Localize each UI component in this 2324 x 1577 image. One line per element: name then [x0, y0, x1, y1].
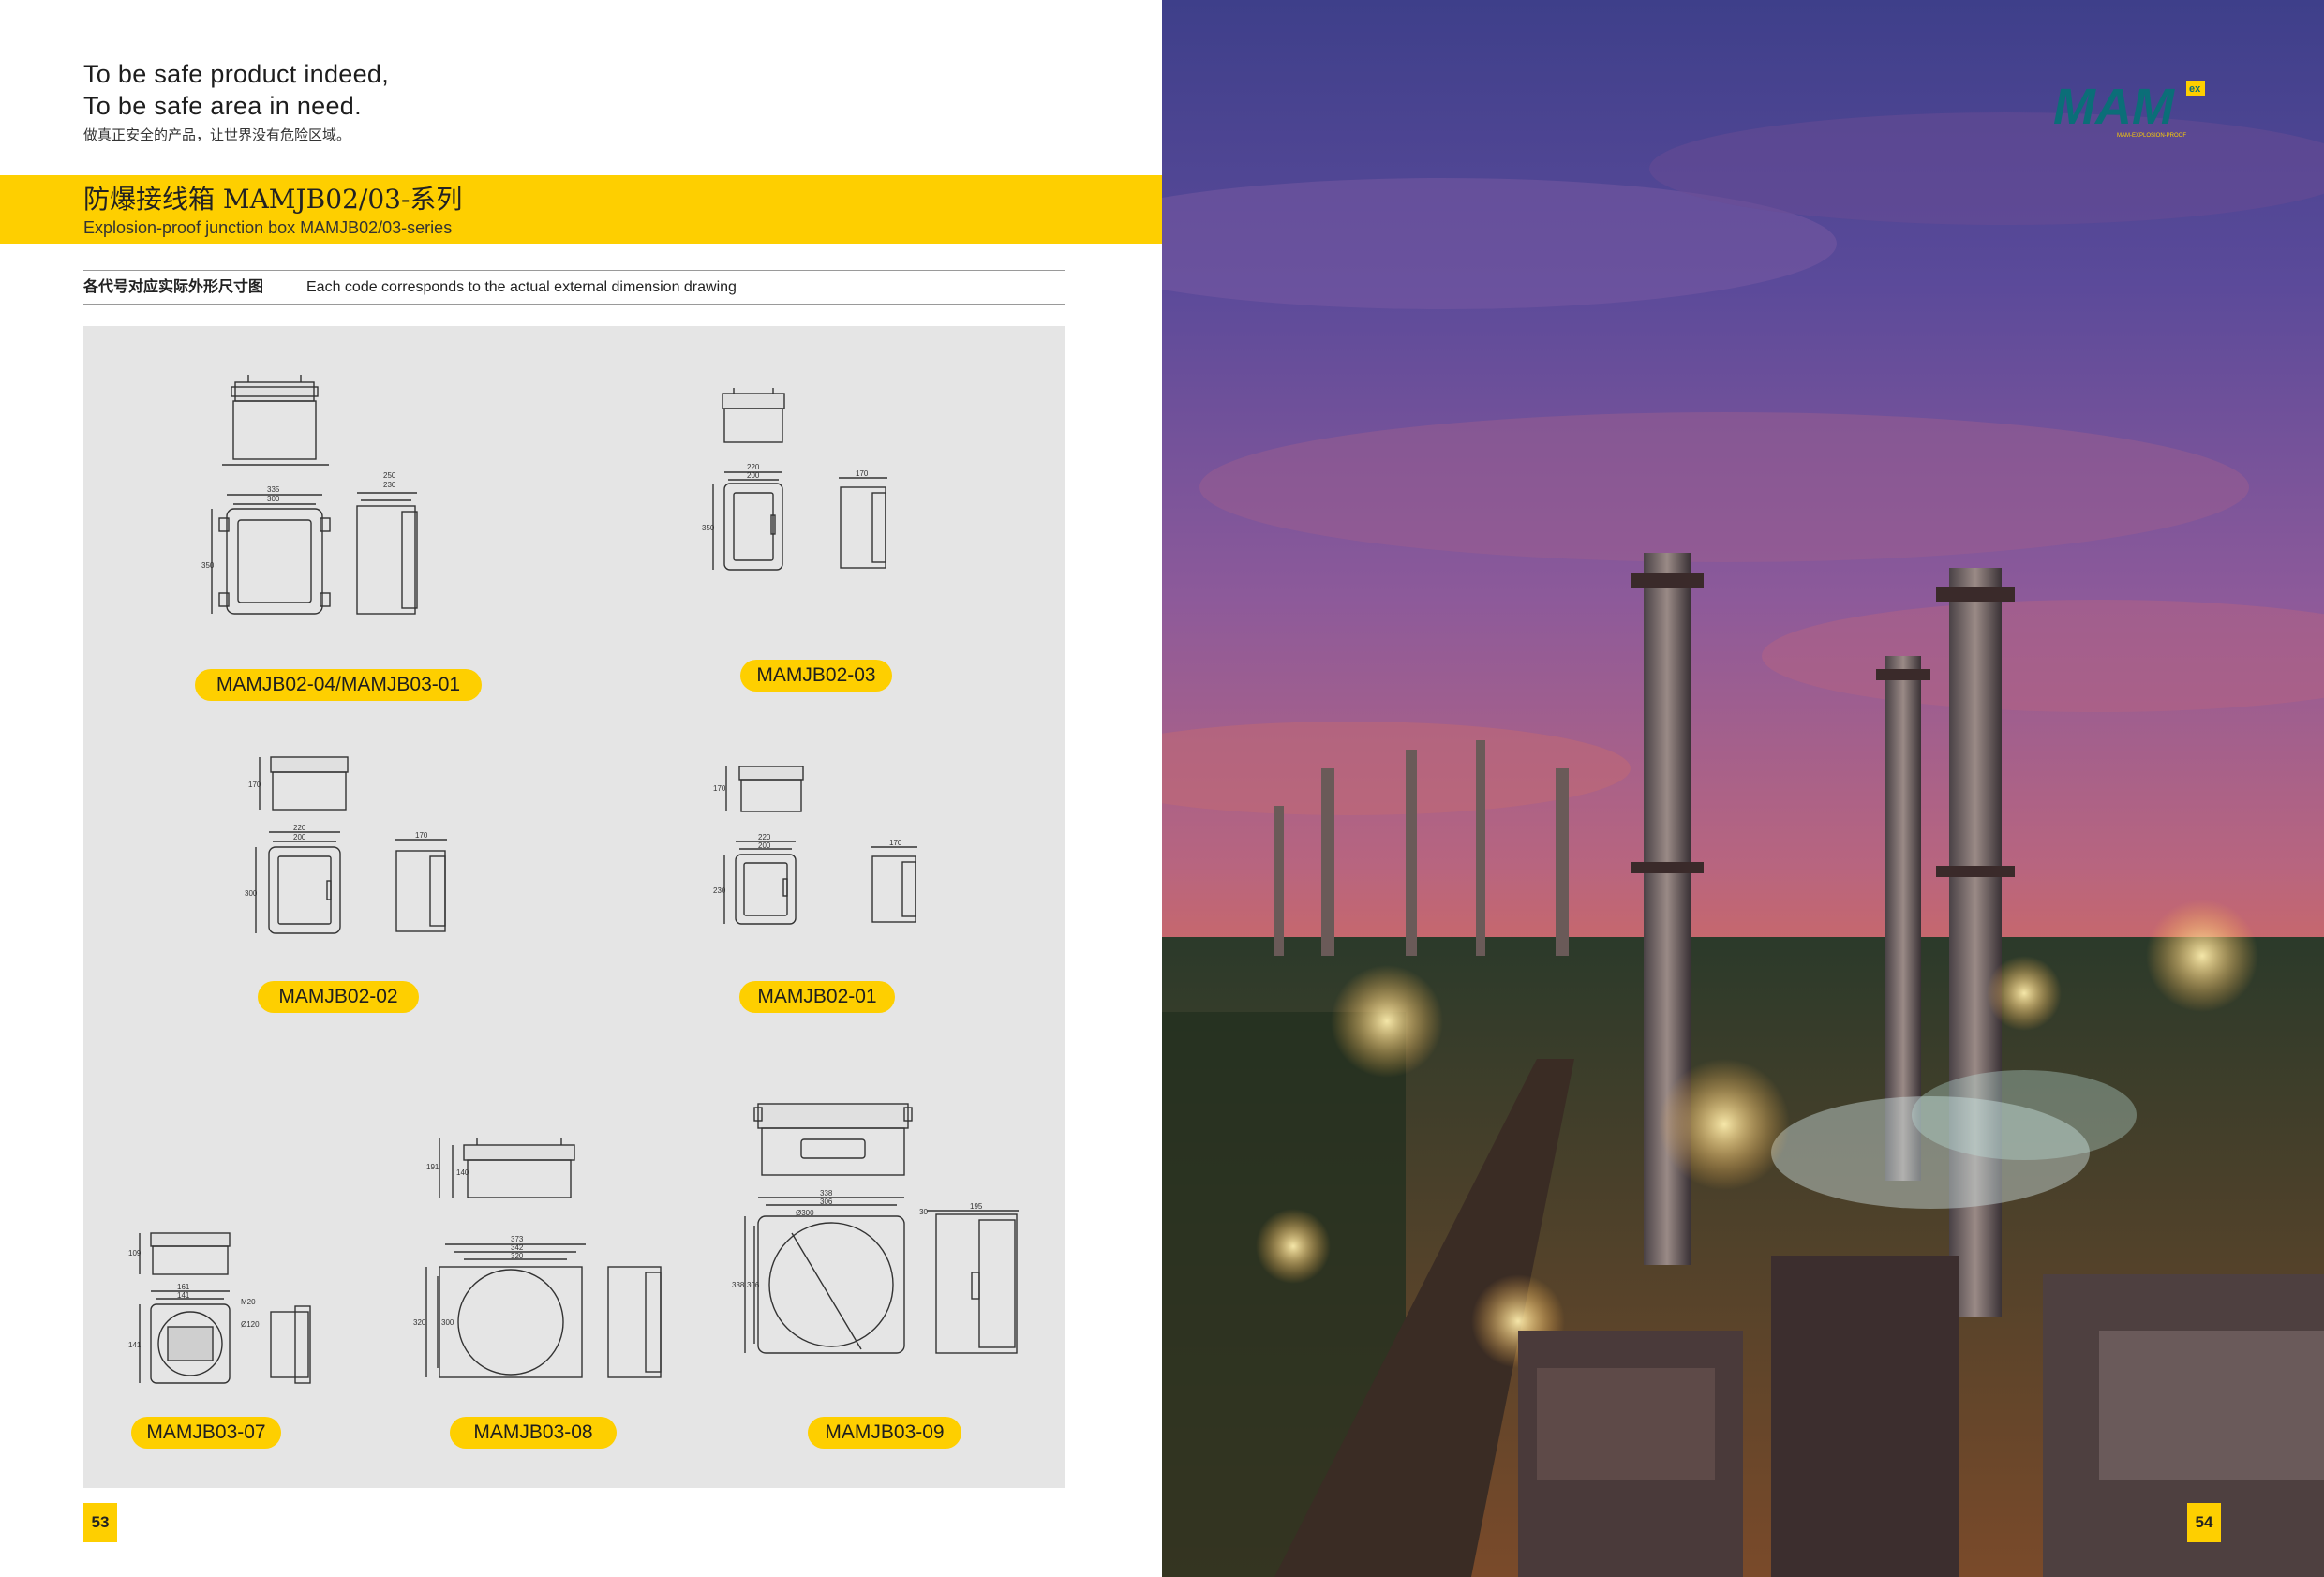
dim-label: 320	[413, 1318, 426, 1327]
section-subheading: 各代号对应实际外形尺寸图 Each code corresponds to th…	[83, 270, 1065, 305]
dim-label: 220	[747, 463, 760, 471]
drawing-mamjb03-07: 109 161 141 M20 Ø120 141	[128, 1232, 311, 1384]
drawing-mamjb02-02: 170 220 200 170 300	[245, 756, 447, 934]
drawing-mamjb03-08: 191 140 373 342 320 320 300	[413, 1138, 662, 1378]
subheading-chinese: 各代号对应实际外形尺寸图	[83, 279, 264, 295]
dim-label: 300	[267, 495, 280, 503]
dim-label: 220	[293, 824, 306, 832]
dim-label: 230	[383, 481, 396, 489]
slogan-chinese: 做真正安全的产品，让世界没有危险区域。	[83, 127, 351, 143]
dim-label: 350	[702, 524, 715, 532]
dim-label: 170	[415, 831, 428, 840]
dim-label: Ø300	[796, 1209, 814, 1217]
subheading-english: Each code corresponds to the actual exte…	[306, 279, 737, 295]
dim-label: 161	[177, 1283, 190, 1291]
dim-label: 335	[267, 485, 280, 494]
dim-label: 170	[856, 469, 869, 478]
dim-label: 170	[713, 784, 726, 793]
title-band: 防爆接线箱 MAMJB02/03-系列 Explosion-proof junc…	[0, 175, 1162, 244]
dim-label: 200	[293, 833, 306, 841]
right-page: MAM ex MAM-EXPLOSION-PROOF 54	[1162, 0, 2324, 1577]
dim-label: 195	[970, 1202, 983, 1211]
dim-label: 191	[426, 1163, 439, 1171]
model-label-mamjb03-07: MAMJB03-07	[131, 1417, 281, 1449]
page-number-right: 54	[2187, 1503, 2221, 1542]
dim-label: 30	[919, 1208, 928, 1216]
dim-label: 220	[758, 833, 771, 841]
model-label-mamjb02-04: MAMJB02-04/MAMJB03-01	[195, 669, 482, 701]
dim-label: 300	[245, 889, 258, 898]
drawing-mamjb03-09: 338 306 Ø300 338 306 195 30	[732, 1103, 1019, 1354]
left-page: To be safe product indeed, To be safe ar…	[0, 0, 1162, 1577]
dim-label: 306	[747, 1281, 760, 1289]
dim-label: 320	[511, 1252, 524, 1260]
dim-label: 141	[177, 1291, 190, 1300]
slogan: To be safe product indeed, To be safe ar…	[83, 58, 389, 146]
dim-label: 140	[456, 1168, 469, 1177]
refinery-photo	[1162, 0, 2324, 1577]
drawing-mamjb02-01: 170 220 200 170 230	[713, 766, 917, 925]
model-label-mamjb02-02: MAMJB02-02	[258, 981, 419, 1013]
model-label-mamjb02-01: MAMJB02-01	[739, 981, 895, 1013]
logo-tagline: MAM-EXPLOSION-PROOF	[2117, 133, 2186, 139]
dim-label: 373	[511, 1235, 524, 1243]
model-label-mamjb03-08: MAMJB03-08	[450, 1417, 617, 1449]
dim-label: 109	[128, 1249, 142, 1257]
dim-label: 306	[820, 1198, 833, 1206]
logo-badge: ex	[2189, 83, 2201, 95]
logo-mark: MAM	[2053, 79, 2175, 135]
dim-label: Ø120	[241, 1320, 260, 1329]
dim-label: 141	[128, 1341, 142, 1349]
dim-label: 350	[201, 561, 215, 570]
model-label-mamjb03-09: MAMJB03-09	[808, 1417, 961, 1449]
dim-label: 300	[441, 1318, 454, 1327]
dimension-drawings: 335 300 250 230 350 220 200 170 350 170 …	[128, 375, 1019, 1384]
page-title-english: Explosion-proof junction box MAMJB02/03-…	[83, 218, 453, 237]
drawing-mamjb02-03: 220 200 170 350	[702, 388, 887, 571]
slogan-line-1: To be safe product indeed,	[83, 60, 390, 88]
page-number-left: 53	[83, 1503, 117, 1542]
dim-label: 342	[511, 1243, 524, 1252]
page-title-chinese: 防爆接线箱 MAMJB02/03-系列	[83, 184, 463, 215]
drawing-mamjb02-04: 335 300 250 230 350	[201, 375, 418, 615]
dim-label: 338	[732, 1281, 745, 1289]
dimension-drawing-panel: 335 300 250 230 350 220 200 170 350 170 …	[83, 326, 1065, 1488]
slogan-line-2: To be safe area in need.	[83, 92, 362, 120]
dim-label: 200	[747, 471, 760, 480]
dim-label: M20	[241, 1298, 256, 1306]
dim-label: 338	[820, 1189, 833, 1198]
dim-label: 170	[889, 839, 902, 847]
dim-label: 200	[758, 841, 771, 850]
dim-label: 230	[713, 886, 726, 895]
mam-logo: MAM ex MAM-EXPLOSION-PROOF	[2053, 79, 2205, 139]
dim-label: 250	[383, 471, 396, 480]
model-label-mamjb02-03: MAMJB02-03	[740, 660, 892, 692]
dim-label: 170	[248, 781, 261, 789]
